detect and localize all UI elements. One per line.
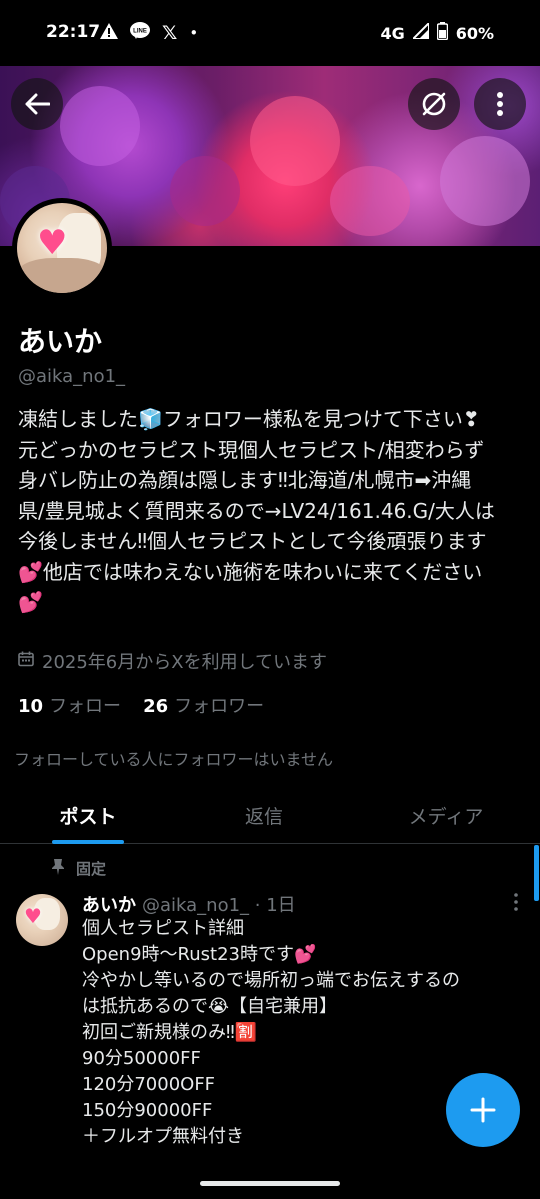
profile-tabs: ポスト 返信 メディア: [0, 790, 540, 844]
post-avatar[interactable]: ♥: [16, 894, 68, 946]
post-author-handle: @aika_no1_: [142, 895, 250, 916]
profile-name: あいか: [18, 325, 103, 358]
post-line: は抵抗あるので😭【自宅兼用】: [82, 996, 338, 1017]
following-label: フォロー: [49, 696, 122, 717]
post-more-options-button[interactable]: [514, 892, 518, 916]
heart-sticker-icon: ♥: [24, 904, 42, 928]
line-app-icon: LINE: [130, 22, 150, 44]
post-line: 個人セラピスト詳細: [82, 918, 244, 939]
bio-line: 凍結しました🧊フォロワー様私を見つけて下さい❣: [18, 407, 480, 431]
pinned-label: 固定: [76, 860, 107, 878]
post-line: Open9時〜Rust23時です💕: [82, 944, 317, 965]
compose-post-button[interactable]: [446, 1073, 520, 1147]
warning-icon: [100, 23, 118, 43]
following-link[interactable]: 10 フォロー: [18, 692, 121, 718]
pinned-indicator: 固定: [52, 858, 106, 879]
network-type: 4G: [380, 23, 405, 43]
joined-date: 2025年6月からXを利用しています: [18, 648, 327, 674]
svg-text:LINE: LINE: [133, 29, 147, 35]
post-header: あいか @aika_no1_ · 1日: [82, 891, 296, 917]
bio-line: 元どっかのセラピスト現個人セラピスト/相変わらず: [18, 437, 485, 462]
avatar[interactable]: ♥: [12, 198, 112, 298]
profile-handle: @aika_no1_: [18, 366, 126, 387]
back-button[interactable]: [11, 78, 63, 130]
more-options-button[interactable]: [474, 78, 526, 130]
bio-line: 💕他店では味わえない施術を味わいに来てください: [18, 559, 483, 584]
status-bar: 22:17 LINE 𝕏 • 4G 60%: [0, 0, 540, 66]
status-time: 22:17: [46, 22, 101, 42]
post-line: 90分50000FF: [82, 1048, 201, 1069]
joined-text: 2025年6月からXを利用しています: [42, 652, 328, 673]
post-line: 初回ご新規様のみ‼🈹: [82, 1022, 258, 1043]
signal-icon: [410, 20, 430, 43]
grok-button[interactable]: [408, 78, 460, 130]
mutual-followers-note: フォローしている人にフォロワーはいません: [14, 750, 334, 769]
post-line: 冷やかし等いるので場所初っ端でお伝えするの: [82, 970, 460, 991]
following-count: 10: [18, 696, 44, 717]
notification-dot-icon: •: [189, 24, 199, 42]
pin-icon: [52, 858, 64, 879]
x-app-icon: 𝕏: [162, 22, 178, 44]
heart-sticker-icon: ♥: [37, 223, 68, 263]
followers-count: 26: [143, 696, 169, 717]
tab-posts[interactable]: ポスト: [0, 790, 176, 844]
gesture-nav-bar[interactable]: [200, 1181, 340, 1186]
bio-line: 身バレ防止の為顔は隠します‼北海道/札幌市➡沖縄: [18, 468, 472, 492]
bio-line: 今後しません‼個人セラピストとして今後頑張ります: [18, 529, 487, 553]
bio-line: 💕: [18, 590, 43, 614]
profile-bio: 凍結しました🧊フォロワー様私を見つけて下さい❣ 元どっかのセラピスト現個人セラピ…: [18, 404, 528, 618]
battery-level: 60%: [455, 23, 494, 43]
post-author-name[interactable]: あいか: [82, 895, 136, 916]
tab-replies[interactable]: 返信: [176, 790, 352, 843]
post-time: · 1日: [254, 895, 296, 916]
tab-media[interactable]: メディア: [352, 790, 540, 843]
battery-icon: [436, 22, 448, 44]
followers-link[interactable]: 26 フォロワー: [143, 692, 264, 718]
scrollbar[interactable]: [534, 845, 539, 901]
followers-label: フォロワー: [174, 696, 265, 717]
calendar-icon: [18, 651, 34, 672]
bio-line: 県/豊見城よく質問来るので→LV24/161.46.G/大人は: [18, 498, 495, 523]
